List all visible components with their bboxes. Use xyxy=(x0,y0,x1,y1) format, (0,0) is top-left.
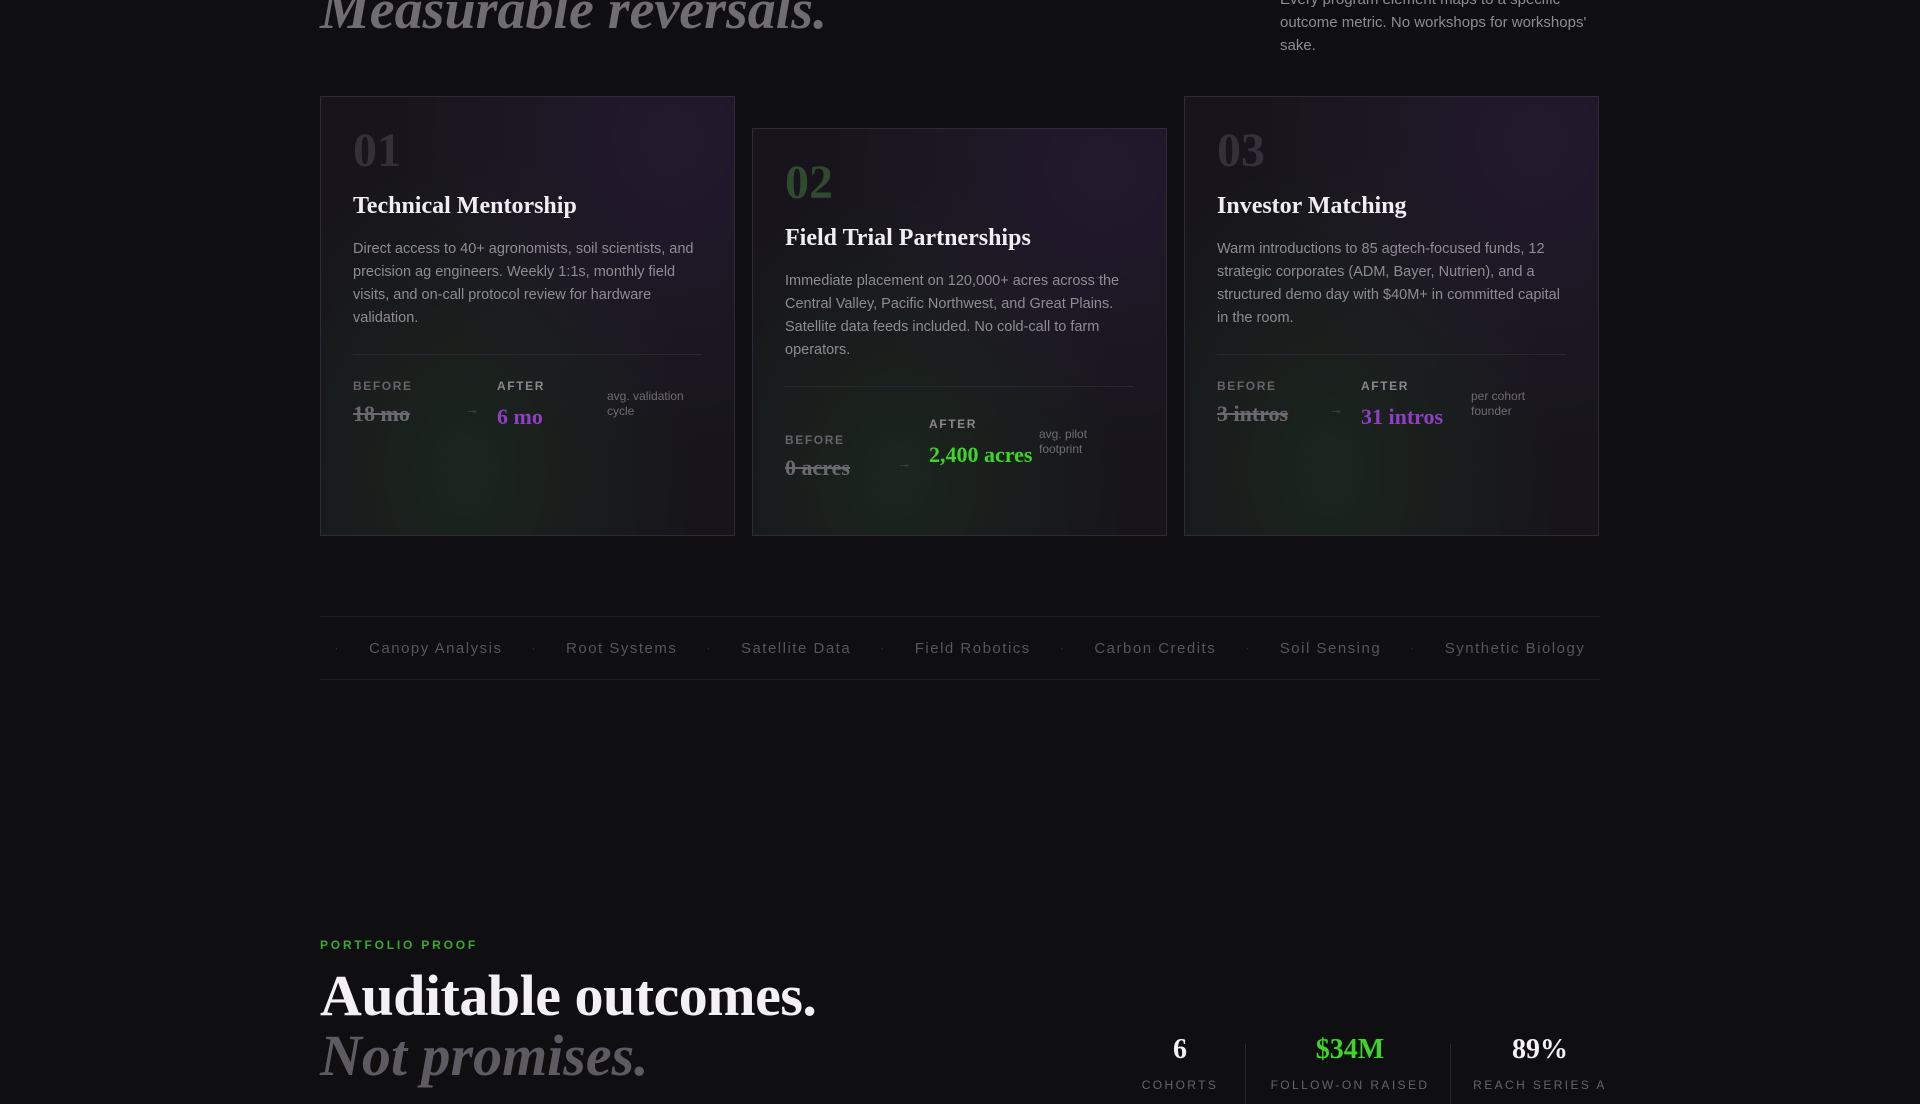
stat-follow-on-raised: $34M FOLLOW-ON RAISED xyxy=(1270,1034,1430,1092)
ticker-separator: · xyxy=(1410,641,1416,655)
before-value: 3 intros xyxy=(1217,401,1289,426)
ticker-separator: · xyxy=(334,641,341,655)
card-divider xyxy=(353,354,702,355)
metric-note: avg. pilot footprint xyxy=(1039,427,1088,456)
stat-divider xyxy=(1450,1044,1451,1104)
card-description: Immediate placement on 120,000+ acres ac… xyxy=(785,273,1120,358)
topic-ticker: · Canopy Analysis · Root Systems · Satel… xyxy=(320,616,1600,680)
before-metric: BEFORE 0 acres xyxy=(785,433,895,481)
after-label: AFTER xyxy=(1361,379,1409,393)
before-label: BEFORE xyxy=(1217,379,1277,393)
metric-comparison: BEFORE 0 acres → AFTER 2,400 acres avg. … xyxy=(785,417,1134,517)
ticker-item: Soil Sensing xyxy=(1279,639,1382,657)
after-value: 2,400 acres xyxy=(929,442,1033,467)
card-description: Direct access to 40+ agronomists, soil s… xyxy=(353,241,694,326)
section-intro: Every program element maps to a specific… xyxy=(1280,0,1587,54)
ticker-separator: · xyxy=(531,641,537,655)
arrow-right-icon: → xyxy=(465,401,479,417)
ticker-separator: · xyxy=(1245,641,1251,655)
after-metric: AFTER 6 mo xyxy=(497,379,607,433)
stat-value: $34M xyxy=(1315,1034,1385,1065)
metric-note: avg. validation cycle xyxy=(607,389,684,418)
stat-label: REACH SERIES A xyxy=(1473,1078,1607,1092)
arrow-right-icon: → xyxy=(897,455,911,471)
after-metric: AFTER 2,400 acres xyxy=(929,417,1039,471)
metric-comparison: BEFORE 18 mo → AFTER 6 mo avg. validatio… xyxy=(353,379,702,479)
section-headline: Measurable reversals. xyxy=(320,0,828,41)
ticker-separator: · xyxy=(880,641,886,655)
after-metric: AFTER 31 intros xyxy=(1361,379,1471,433)
before-metric: BEFORE 3 intros xyxy=(1217,379,1327,427)
portfolio-eyebrow: PORTFOLIO PROOF xyxy=(320,938,478,952)
ticker-separator: · xyxy=(706,641,712,655)
ticker-item: Synthetic Biology xyxy=(1444,639,1586,657)
card-title: Technical Mentorship xyxy=(353,193,577,219)
program-card-technical-mentorship: 01 Technical Mentorship Direct access to… xyxy=(320,96,735,536)
ticker-separator: · xyxy=(1059,641,1066,655)
ticker-item: Satellite Data xyxy=(740,639,852,657)
metric-note: per cohort founder xyxy=(1471,389,1526,418)
stat-label: COHORTS xyxy=(1141,1078,1219,1092)
program-card-field-trial-partnerships: 02 Field Trial Partnerships Immediate pl… xyxy=(752,128,1167,536)
before-value: 0 acres xyxy=(785,455,850,480)
arrow-right-icon: → xyxy=(1329,401,1343,417)
card-divider xyxy=(1217,354,1566,355)
stat-value: 6 xyxy=(1173,1034,1187,1065)
after-label: AFTER xyxy=(929,417,977,431)
stat-series-a: 89% REACH SERIES A xyxy=(1470,1034,1610,1092)
portfolio-subheadline: Not promises. xyxy=(320,1023,649,1088)
ticker-item: Root Systems xyxy=(566,639,678,657)
card-number: 02 xyxy=(785,156,833,209)
card-title: Investor Matching xyxy=(1217,193,1407,219)
metric-comparison: BEFORE 3 intros → AFTER 31 intros per co… xyxy=(1217,379,1566,479)
card-number: 03 xyxy=(1217,124,1265,177)
before-label: BEFORE xyxy=(353,379,413,393)
before-label: BEFORE xyxy=(785,433,845,447)
after-value: 31 intros xyxy=(1361,404,1444,429)
card-number: 01 xyxy=(353,124,401,177)
ticker-item: Carbon Credits xyxy=(1094,639,1217,657)
ticker-item: Field Robotics xyxy=(914,639,1031,657)
card-description: Warm introductions to 85 agtech-focused … xyxy=(1217,241,1560,326)
program-card-investor-matching: 03 Investor Matching Warm introductions … xyxy=(1184,96,1599,536)
stat-value: 89% xyxy=(1512,1034,1568,1065)
ticker-item: Canopy Analysis xyxy=(369,639,503,657)
card-divider xyxy=(785,386,1134,387)
after-value: 6 mo xyxy=(497,404,543,429)
before-metric: BEFORE 18 mo xyxy=(353,379,463,427)
stat-divider xyxy=(1245,1044,1246,1104)
stat-cohorts: 6 COHORTS xyxy=(1140,1034,1220,1092)
card-title: Field Trial Partnerships xyxy=(785,225,1031,251)
after-label: AFTER xyxy=(497,379,545,393)
before-value: 18 mo xyxy=(353,401,410,426)
stat-label: FOLLOW-ON RAISED xyxy=(1270,1078,1430,1092)
portfolio-headline: Auditable outcomes. xyxy=(320,963,817,1028)
